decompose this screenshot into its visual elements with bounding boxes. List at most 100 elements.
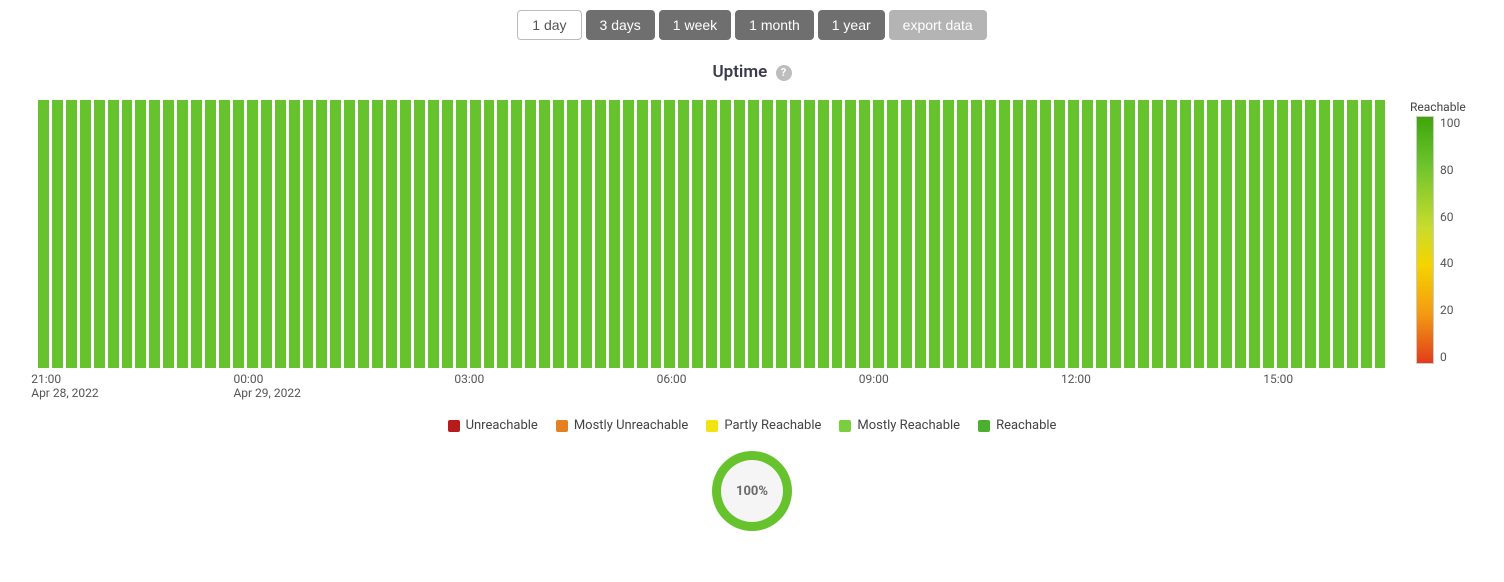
uptime-bar[interactable]: [344, 100, 355, 368]
uptime-bar[interactable]: [1166, 100, 1177, 368]
uptime-bar[interactable]: [734, 100, 745, 368]
uptime-bar[interactable]: [929, 100, 940, 368]
legend-item[interactable]: Reachable: [978, 418, 1056, 433]
uptime-bar[interactable]: [776, 100, 787, 368]
uptime-bar[interactable]: [1180, 100, 1191, 368]
uptime-bar[interactable]: [1054, 100, 1065, 368]
uptime-bar[interactable]: [442, 100, 453, 368]
uptime-bar[interactable]: [901, 100, 912, 368]
uptime-bar[interactable]: [400, 100, 411, 368]
uptime-bar[interactable]: [1096, 100, 1107, 368]
uptime-bar[interactable]: [372, 100, 383, 368]
uptime-bar[interactable]: [692, 100, 703, 368]
uptime-bar[interactable]: [873, 100, 884, 368]
uptime-bar[interactable]: [720, 100, 731, 368]
help-icon[interactable]: ?: [776, 65, 792, 81]
uptime-bar[interactable]: [149, 100, 160, 368]
uptime-bar[interactable]: [38, 100, 49, 368]
uptime-bar[interactable]: [678, 100, 689, 368]
uptime-bar[interactable]: [1110, 100, 1121, 368]
uptime-bar[interactable]: [1221, 100, 1232, 368]
uptime-bar[interactable]: [289, 100, 300, 368]
uptime-bar[interactable]: [1347, 100, 1358, 368]
uptime-bar[interactable]: [191, 100, 202, 368]
uptime-bar[interactable]: [762, 100, 773, 368]
uptime-bar[interactable]: [205, 100, 216, 368]
uptime-bar[interactable]: [1305, 100, 1316, 368]
uptime-bar[interactable]: [1138, 100, 1149, 368]
legend-item[interactable]: Partly Reachable: [706, 418, 821, 433]
legend-item[interactable]: Mostly Unreachable: [556, 418, 689, 433]
uptime-bar[interactable]: [428, 100, 439, 368]
uptime-bar[interactable]: [553, 100, 564, 368]
uptime-bar[interactable]: [358, 100, 369, 368]
uptime-bar[interactable]: [790, 100, 801, 368]
legend-item[interactable]: Unreachable: [448, 418, 538, 433]
uptime-bar[interactable]: [94, 100, 105, 368]
uptime-bar[interactable]: [456, 100, 467, 368]
uptime-bar[interactable]: [470, 100, 481, 368]
uptime-bar[interactable]: [915, 100, 926, 368]
uptime-bar[interactable]: [484, 100, 495, 368]
uptime-bar[interactable]: [1375, 100, 1386, 368]
uptime-bar[interactable]: [818, 100, 829, 368]
uptime-bar[interactable]: [177, 100, 188, 368]
uptime-bar[interactable]: [581, 100, 592, 368]
uptime-bar[interactable]: [832, 100, 843, 368]
uptime-bar[interactable]: [748, 100, 759, 368]
range-1day-button[interactable]: 1 day: [517, 10, 581, 40]
uptime-bar[interactable]: [1277, 100, 1288, 368]
uptime-bar[interactable]: [567, 100, 578, 368]
uptime-bar[interactable]: [261, 100, 272, 368]
uptime-bar[interactable]: [1013, 100, 1024, 368]
uptime-bar[interactable]: [1263, 100, 1274, 368]
uptime-bar[interactable]: [275, 100, 286, 368]
uptime-bar[interactable]: [122, 100, 133, 368]
uptime-bar[interactable]: [845, 100, 856, 368]
uptime-bar[interactable]: [609, 100, 620, 368]
uptime-bar[interactable]: [1026, 100, 1037, 368]
uptime-bar[interactable]: [80, 100, 91, 368]
uptime-bar[interactable]: [664, 100, 675, 368]
uptime-bar[interactable]: [651, 100, 662, 368]
uptime-bar[interactable]: [943, 100, 954, 368]
uptime-bar[interactable]: [1319, 100, 1330, 368]
range-3days-button[interactable]: 3 days: [586, 10, 655, 40]
uptime-bar[interactable]: [859, 100, 870, 368]
uptime-bar[interactable]: [66, 100, 77, 368]
uptime-bar[interactable]: [1068, 100, 1079, 368]
uptime-bar[interactable]: [957, 100, 968, 368]
uptime-bar[interactable]: [804, 100, 815, 368]
uptime-bar[interactable]: [386, 100, 397, 368]
uptime-bar[interactable]: [1291, 100, 1302, 368]
uptime-bar[interactable]: [1235, 100, 1246, 368]
uptime-bar[interactable]: [1082, 100, 1093, 368]
uptime-bar[interactable]: [985, 100, 996, 368]
range-1week-button[interactable]: 1 week: [659, 10, 731, 40]
uptime-bar[interactable]: [1249, 100, 1260, 368]
uptime-bar[interactable]: [525, 100, 536, 368]
uptime-bar[interactable]: [1040, 100, 1051, 368]
uptime-bar[interactable]: [1361, 100, 1372, 368]
uptime-bar[interactable]: [303, 100, 314, 368]
uptime-bar[interactable]: [887, 100, 898, 368]
uptime-bar[interactable]: [623, 100, 634, 368]
export-data-button[interactable]: export data: [889, 10, 987, 40]
uptime-bar[interactable]: [706, 100, 717, 368]
range-1year-button[interactable]: 1 year: [818, 10, 885, 40]
uptime-bar[interactable]: [1333, 100, 1344, 368]
uptime-bar[interactable]: [595, 100, 606, 368]
uptime-bar[interactable]: [539, 100, 550, 368]
uptime-bar[interactable]: [637, 100, 648, 368]
uptime-bar[interactable]: [219, 100, 230, 368]
uptime-bar[interactable]: [135, 100, 146, 368]
uptime-bar[interactable]: [247, 100, 258, 368]
uptime-bar[interactable]: [497, 100, 508, 368]
uptime-bar[interactable]: [1124, 100, 1135, 368]
range-1month-button[interactable]: 1 month: [735, 10, 814, 40]
uptime-bar[interactable]: [414, 100, 425, 368]
uptime-bar[interactable]: [511, 100, 522, 368]
uptime-bar[interactable]: [1194, 100, 1205, 368]
uptime-bar[interactable]: [330, 100, 341, 368]
uptime-bar[interactable]: [971, 100, 982, 368]
